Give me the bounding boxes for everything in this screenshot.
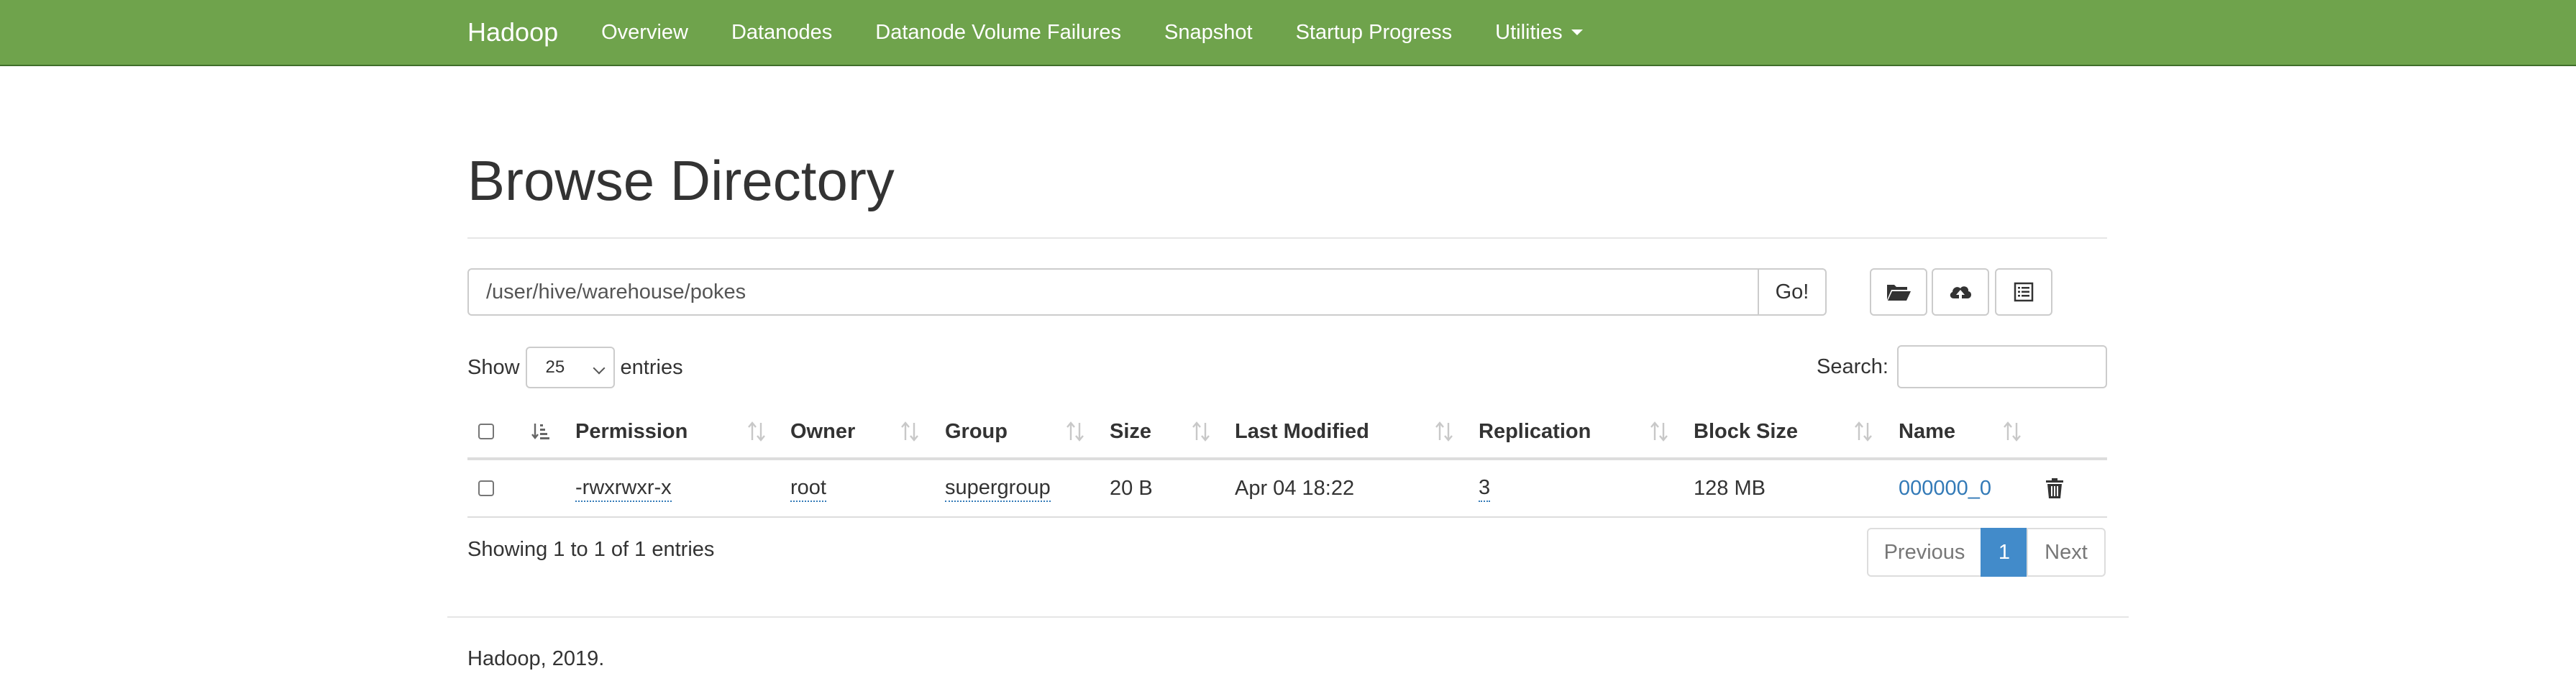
pagination: Previous 1 Next bbox=[1867, 528, 2106, 577]
nav-utilities-dropdown[interactable]: Utilities bbox=[1495, 20, 1583, 45]
th-last-modified[interactable]: Last Modified bbox=[1235, 406, 1369, 457]
sort-asc-icon[interactable] bbox=[531, 406, 551, 457]
row-select-checkbox[interactable] bbox=[478, 480, 494, 496]
show-label: Show bbox=[467, 355, 520, 379]
nav-utilities-label: Utilities bbox=[1495, 20, 1563, 44]
next-page-button[interactable]: Next bbox=[2027, 528, 2106, 577]
size-value: 20 B bbox=[1110, 476, 1153, 500]
chevron-down-icon bbox=[593, 362, 606, 375]
delete-button[interactable] bbox=[2045, 460, 2064, 516]
sort-icon[interactable] bbox=[1853, 406, 1873, 457]
group-value[interactable]: supergroup bbox=[945, 475, 1051, 502]
cloud-upload-icon bbox=[1950, 286, 1972, 301]
select-all-checkbox[interactable] bbox=[478, 424, 494, 439]
directory-path-input[interactable] bbox=[467, 268, 1759, 316]
caret-down-icon bbox=[1571, 29, 1583, 35]
folder-open-icon bbox=[1887, 285, 1911, 301]
nav-snapshot[interactable]: Snapshot bbox=[1164, 21, 1253, 45]
entries-per-page-select[interactable]: 25 bbox=[525, 347, 615, 388]
file-table: Permission Owner Group Size Last Modifie… bbox=[467, 406, 2107, 518]
block-size-value: 128 MB bbox=[1694, 476, 1766, 500]
entries-label: entries bbox=[620, 355, 683, 379]
table-header-row: Permission Owner Group Size Last Modifie… bbox=[467, 406, 2107, 460]
replication-value[interactable]: 3 bbox=[1479, 475, 1491, 502]
th-permission[interactable]: Permission bbox=[575, 406, 688, 457]
search-input[interactable] bbox=[1897, 345, 2107, 388]
file-name-link[interactable]: 000000_0 bbox=[1899, 477, 1991, 501]
page-1-button[interactable]: 1 bbox=[1981, 528, 2028, 577]
navbar: Hadoop Overview Datanodes Datanode Volum… bbox=[0, 0, 2576, 66]
sort-icon[interactable] bbox=[2002, 406, 2022, 457]
trash-icon bbox=[2046, 478, 2063, 498]
table-info: Showing 1 to 1 of 1 entries bbox=[467, 538, 715, 561]
brand-link[interactable]: Hadoop bbox=[467, 17, 558, 47]
nav-datanode-volume-failures[interactable]: Datanode Volume Failures bbox=[875, 21, 1121, 45]
last-modified-value: Apr 04 18:22 bbox=[1235, 476, 1355, 500]
divider bbox=[467, 237, 2107, 239]
th-replication[interactable]: Replication bbox=[1479, 406, 1591, 457]
sort-icon[interactable] bbox=[1649, 406, 1669, 457]
search-control: Search: bbox=[1817, 345, 2107, 388]
entries-selected-value: 25 bbox=[545, 357, 565, 377]
sort-icon[interactable] bbox=[1065, 406, 1085, 457]
create-directory-button[interactable] bbox=[1870, 268, 1927, 316]
th-group[interactable]: Group bbox=[945, 406, 1008, 457]
previous-page-button[interactable]: Previous bbox=[1867, 528, 1982, 577]
th-block-size[interactable]: Block Size bbox=[1694, 406, 1798, 457]
owner-value[interactable]: root bbox=[790, 475, 826, 502]
cut-paste-button[interactable] bbox=[1995, 268, 2052, 316]
th-owner[interactable]: Owner bbox=[790, 406, 855, 457]
nav-overview[interactable]: Overview bbox=[601, 21, 688, 45]
go-button[interactable]: Go! bbox=[1758, 268, 1827, 316]
upload-files-button[interactable] bbox=[1932, 268, 1989, 316]
nav-startup-progress[interactable]: Startup Progress bbox=[1296, 21, 1453, 45]
sort-icon[interactable] bbox=[1191, 406, 1211, 457]
page-title: Browse Directory bbox=[467, 149, 895, 212]
sort-icon[interactable] bbox=[1434, 406, 1454, 457]
list-alt-icon bbox=[2014, 282, 2034, 302]
th-size[interactable]: Size bbox=[1110, 406, 1151, 457]
permission-value[interactable]: -rwxrwxr-x bbox=[575, 475, 672, 502]
th-name[interactable]: Name bbox=[1899, 406, 1955, 457]
sort-icon[interactable] bbox=[900, 406, 920, 457]
nav-datanodes[interactable]: Datanodes bbox=[731, 21, 832, 45]
footer-text: Hadoop, 2019. bbox=[467, 647, 605, 670]
entries-length-control: Show 25 entries bbox=[467, 347, 683, 388]
footer-divider bbox=[447, 616, 2129, 618]
search-label: Search: bbox=[1817, 355, 1888, 378]
table-row: -rwxrwxr-x root supergroup 20 B Apr 04 1… bbox=[467, 460, 2107, 518]
sort-icon[interactable] bbox=[746, 406, 767, 457]
